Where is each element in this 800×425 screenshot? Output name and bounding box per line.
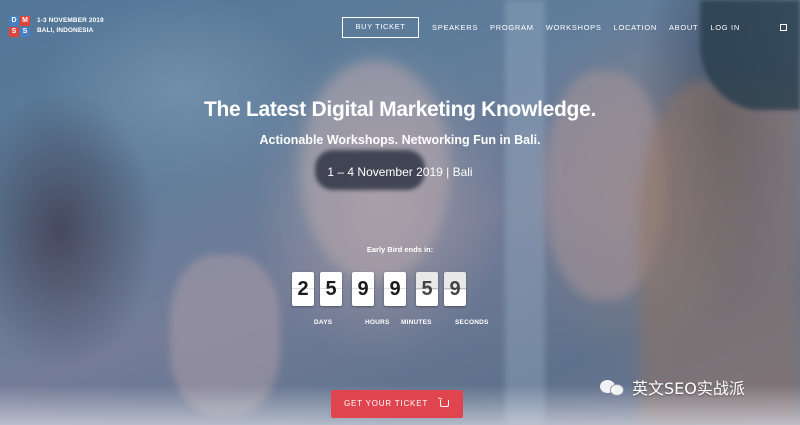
wechat-icon: [600, 377, 626, 397]
countdown-digit-hours: 9: [352, 272, 374, 306]
logo-letter-m: M: [20, 16, 30, 26]
logo-mark: D M S S: [9, 16, 30, 37]
logo-event-dates: 1-3 NOVEMBER 2019: [37, 17, 104, 24]
countdown-digit-seconds-1: 5: [416, 272, 438, 306]
nav-about[interactable]: ABOUT: [669, 23, 698, 32]
nav-location[interactable]: LOCATION: [614, 23, 657, 32]
watermark-text: 英文SEO实战派: [632, 379, 745, 398]
countdown-digit-days-1: 2: [292, 272, 314, 306]
nav-workshops[interactable]: WORKSHOPS: [546, 23, 602, 32]
nav-log-in[interactable]: LOG IN: [710, 23, 740, 32]
countdown-digit-minutes: 9: [384, 272, 406, 306]
nav-program[interactable]: PROGRAM: [490, 23, 534, 32]
square-menu-icon[interactable]: [780, 24, 787, 31]
countdown-unit-days: DAYS: [314, 319, 333, 326]
logo-letter-s: S: [9, 27, 19, 37]
cta-label: GET YOUR TICKET: [344, 399, 429, 408]
countdown-unit-minutes: MINUTES: [401, 319, 432, 326]
countdown-unit-hours: HOURS: [365, 319, 390, 326]
nav-speakers[interactable]: SPEAKERS: [432, 23, 478, 32]
countdown-digit-days-2: 5: [320, 272, 342, 306]
countdown-timer: 2 5 9 9 5 9: [292, 272, 472, 306]
site-logo[interactable]: D M S S 1-3 NOVEMBER 2019 BALI, INDONESI…: [9, 16, 104, 37]
countdown-label: Early Bird ends in:: [366, 245, 434, 254]
buy-ticket-button[interactable]: BUY TICKET: [342, 17, 419, 38]
logo-event-location: BALI, INDONESIA: [37, 27, 94, 34]
countdown-unit-seconds: SECONDS: [455, 319, 489, 326]
hero-subtitle: Actionable Workshops. Networking Fun in …: [259, 133, 541, 147]
cart-icon: [440, 400, 449, 407]
main-nav: SPEAKERS PROGRAM WORKSHOPS LOCATION ABOU…: [432, 23, 752, 32]
logo-event-info: 1-3 NOVEMBER 2019 BALI, INDONESIA: [37, 16, 104, 36]
hero-date: 1 – 4 November 2019 | Bali: [327, 165, 473, 179]
logo-letter-s: S: [20, 27, 30, 37]
get-your-ticket-button[interactable]: GET YOUR TICKET: [331, 390, 463, 418]
hero-overlay: [0, 0, 800, 425]
watermark: 英文SEO实战派: [600, 375, 745, 399]
hero-title: The Latest Digital Marketing Knowledge.: [203, 98, 597, 121]
countdown-digit-seconds-2: 9: [444, 272, 466, 306]
logo-letter-d: D: [9, 16, 19, 26]
